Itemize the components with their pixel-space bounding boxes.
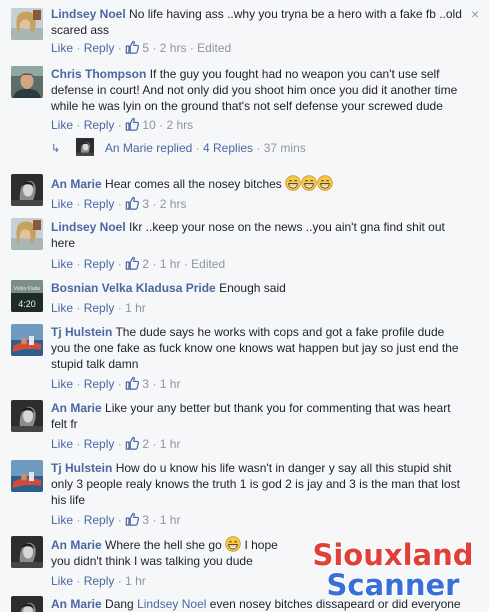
edited-label[interactable]: Edited	[191, 257, 225, 271]
mention-link[interactable]: Lindsey Noel	[137, 597, 206, 611]
comment-text: Where the hell she go	[105, 538, 222, 552]
reply-arrow-icon: ↳	[51, 143, 61, 155]
timestamp[interactable]: 1 hr	[160, 437, 181, 451]
avatar	[76, 138, 94, 156]
reply-link[interactable]: Reply	[84, 574, 115, 588]
thumbs-up-icon[interactable]	[125, 512, 139, 526]
timestamp[interactable]: 2 hrs	[160, 197, 187, 211]
comment-text: The dude says he works with cops and got…	[51, 325, 459, 371]
avatar[interactable]	[11, 8, 43, 40]
like-link[interactable]: Like	[51, 513, 73, 527]
reply-link[interactable]: Reply	[84, 197, 115, 211]
grinning-face-icon	[285, 175, 301, 191]
like-link[interactable]: Like	[51, 118, 73, 132]
reply-link[interactable]: Reply	[84, 41, 115, 55]
reply-time[interactable]: 37 mins	[264, 141, 306, 155]
reply-link[interactable]: Reply	[84, 118, 115, 132]
commenter-name[interactable]: Tj Hulstein	[51, 325, 112, 339]
like-link[interactable]: Like	[51, 41, 73, 55]
like-link[interactable]: Like	[51, 377, 73, 391]
thumbs-up-icon[interactable]	[125, 117, 139, 131]
view-replies-link[interactable]: ↳ An Marie replied · 4 Replies · 37 mins	[51, 138, 306, 158]
avatar-text: Velka Kladu	[14, 286, 41, 292]
thumbs-up-icon[interactable]	[125, 436, 139, 450]
avatar[interactable]	[11, 400, 43, 432]
avatar[interactable]	[11, 218, 43, 250]
comment-text: Like your any better but thank you for c…	[51, 401, 451, 431]
reply-link[interactable]: Reply	[84, 513, 115, 527]
like-count[interactable]: 2	[142, 437, 149, 451]
commenter-name[interactable]: Lindsey Noel	[51, 220, 126, 234]
like-link[interactable]: Like	[51, 437, 73, 451]
reply-link[interactable]: Reply	[84, 437, 115, 451]
comment-text: How do u know his life wasn't in danger …	[51, 461, 460, 507]
like-link[interactable]: Like	[51, 574, 73, 588]
timestamp[interactable]: 2 hrs	[160, 41, 187, 55]
watermark-line2: Scanner	[326, 568, 460, 602]
commenter-name[interactable]: Bosnian Velka Kladusa Pride	[51, 281, 216, 295]
avatar[interactable]	[11, 596, 43, 612]
like-count[interactable]: 10	[142, 118, 155, 132]
commenter-name[interactable]: Lindsey Noel	[51, 7, 126, 21]
watermark: Siouxland Scanner	[302, 540, 484, 600]
comment-text: Dang	[105, 597, 134, 611]
timestamp[interactable]: 1 hr	[160, 257, 181, 271]
thumbs-up-icon[interactable]	[125, 196, 139, 210]
timestamp[interactable]: 2 hrs	[166, 118, 193, 132]
like-count[interactable]: 3	[142, 197, 149, 211]
thumbs-up-icon[interactable]	[125, 256, 139, 270]
like-count[interactable]: 3	[142, 377, 149, 391]
reply-count[interactable]: 4 Replies	[203, 141, 253, 155]
timestamp[interactable]: 1 hr	[125, 574, 146, 588]
close-icon[interactable]: ×	[471, 6, 479, 22]
comment-text: Enough said	[219, 281, 286, 295]
avatar[interactable]	[11, 536, 43, 568]
commenter-name[interactable]: Tj Hulstein	[51, 461, 112, 475]
like-count[interactable]: 5	[142, 41, 149, 55]
avatar[interactable]	[11, 174, 43, 206]
like-link[interactable]: Like	[51, 301, 73, 315]
avatar[interactable]	[11, 460, 43, 492]
commenter-name[interactable]: An Marie	[51, 177, 102, 191]
like-link[interactable]: Like	[51, 197, 73, 211]
reply-link[interactable]: Reply	[84, 301, 115, 315]
avatar-time-text: 4:20	[18, 299, 36, 309]
commenter-name[interactable]: An Marie	[51, 538, 102, 552]
avatar[interactable]	[11, 324, 43, 356]
commenter-name[interactable]: An Marie	[51, 597, 102, 611]
avatar-image: Velka Kladu 4:20	[11, 280, 43, 312]
reply-author[interactable]: An Marie	[105, 141, 153, 155]
edited-label[interactable]: Edited	[197, 41, 231, 55]
like-link[interactable]: Like	[51, 257, 73, 271]
avatar[interactable]: Velka Kladu 4:20	[11, 280, 43, 312]
comment-text: Hear comes all the nosey bitches	[105, 177, 282, 191]
avatar[interactable]	[11, 66, 43, 98]
commenter-name[interactable]: An Marie	[51, 401, 102, 415]
grinning-face-icon	[317, 175, 333, 191]
thumbs-up-icon[interactable]	[125, 40, 139, 54]
commenter-name[interactable]: Chris Thompson	[51, 67, 146, 81]
reply-link[interactable]: Reply	[84, 257, 115, 271]
grinning-face-icon	[225, 536, 241, 552]
like-count[interactable]: 2	[142, 257, 149, 271]
timestamp[interactable]: 1 hr	[160, 377, 181, 391]
thumbs-up-icon[interactable]	[125, 376, 139, 390]
timestamp[interactable]: 1 hr	[125, 301, 146, 315]
timestamp[interactable]: 1 hr	[160, 513, 181, 527]
like-count[interactable]: 3	[142, 513, 149, 527]
reply-verb[interactable]: replied	[156, 141, 192, 155]
grinning-face-icon	[301, 175, 317, 191]
watermark-line1: Siouxland	[312, 538, 474, 572]
reply-link[interactable]: Reply	[84, 377, 115, 391]
